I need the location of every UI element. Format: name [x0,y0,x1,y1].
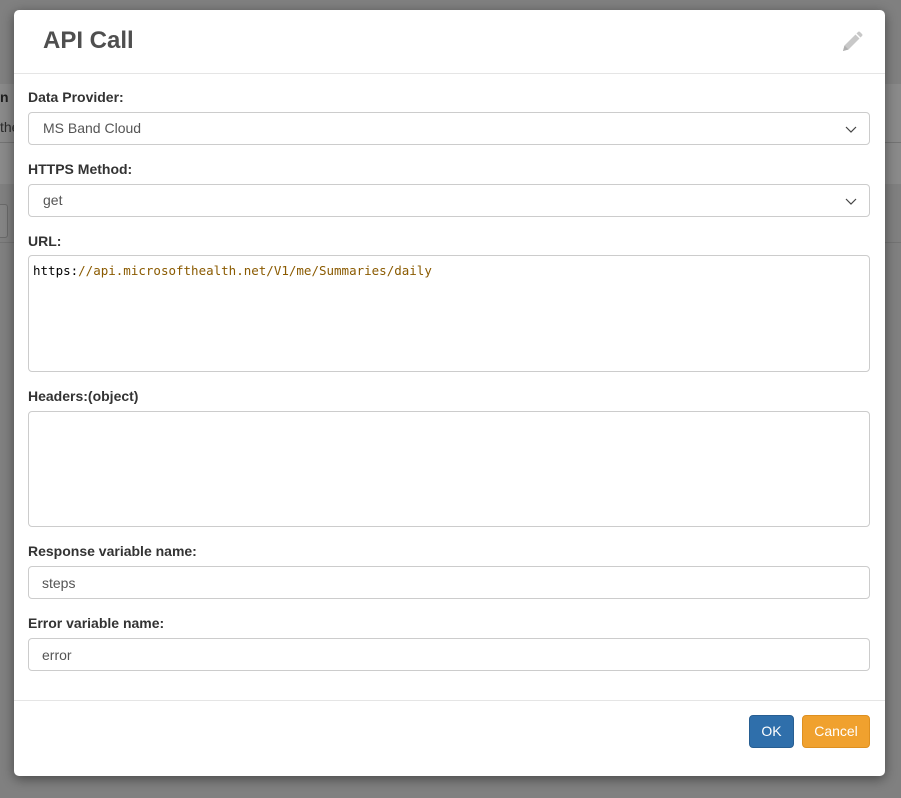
response-variable-label: Response variable name: [28,543,197,559]
headers-editor[interactable] [28,411,870,527]
dialog-title: API Call [43,27,134,54]
cancel-button[interactable]: Cancel [802,715,870,748]
data-provider-select[interactable]: MS Band Cloud [28,112,870,145]
data-provider-label: Data Provider: [28,89,124,105]
error-variable-input[interactable] [28,638,870,671]
url-scheme: https: [33,263,79,278]
headers-label: Headers:(object) [28,388,139,404]
url-label: URL: [28,233,62,249]
url-editor[interactable]: https://api.microsofthealth.net/V1/me/Su… [28,255,870,372]
dialog-header: API Call [14,10,885,74]
https-method-select[interactable]: get [28,184,870,217]
ok-button[interactable]: OK [749,715,794,748]
error-variable-label: Error variable name: [28,615,165,631]
url-code-line: https://api.microsofthealth.net/V1/me/Su… [33,263,432,278]
background-column-header-fragment: n [0,89,9,105]
chevron-down-icon [845,122,857,134]
https-method-value: get [43,192,63,208]
pencil-icon[interactable] [840,30,864,54]
chevron-down-icon [845,194,857,206]
dialog-footer: OK Cancel [14,700,885,777]
data-provider-value: MS Band Cloud [43,120,142,136]
api-call-dialog: API Call Data Provider: MS Band Cloud HT… [14,10,885,776]
https-method-label: HTTPS Method: [28,161,133,177]
background-button-fragment [0,204,8,238]
response-variable-input[interactable] [28,566,870,599]
url-path: //api.microsofthealth.net/V1/me/Summarie… [78,263,432,278]
